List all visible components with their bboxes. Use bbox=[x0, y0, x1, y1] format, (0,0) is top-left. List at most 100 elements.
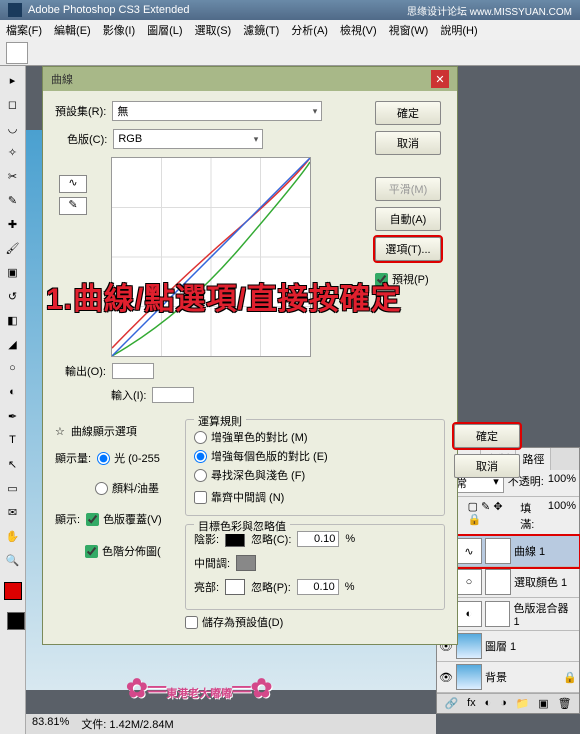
layer-row[interactable]: 👁○選取顏色 1 bbox=[437, 567, 579, 598]
overlay-checkbox[interactable] bbox=[86, 513, 99, 526]
output-field[interactable] bbox=[112, 363, 154, 379]
menu-filter[interactable]: 濾鏡(T) bbox=[243, 22, 279, 38]
dodge-tool-icon[interactable]: ◐ bbox=[3, 382, 23, 402]
pencil-mode-icon[interactable]: ✎ bbox=[59, 197, 87, 215]
menu-help[interactable]: 說明(H) bbox=[440, 22, 477, 38]
eraser-tool-icon[interactable]: ◧ bbox=[3, 310, 23, 330]
history-brush-icon[interactable]: ↺ bbox=[3, 286, 23, 306]
new-icon[interactable]: ▣ bbox=[538, 697, 548, 710]
move-tool-icon[interactable]: ▸ bbox=[3, 70, 23, 90]
blur-tool-icon[interactable]: ○ bbox=[3, 358, 23, 378]
pigment-label: 顏料/油墨 bbox=[112, 480, 159, 496]
lock-icon: 🔒 bbox=[563, 671, 577, 684]
layer-thumb[interactable] bbox=[456, 664, 482, 690]
stamp-tool-icon[interactable]: ▣ bbox=[3, 262, 23, 282]
highlight-ignore-field[interactable] bbox=[297, 579, 339, 595]
layer-row[interactable]: 👁◐色版混合器 1 bbox=[437, 598, 579, 631]
light-radio[interactable] bbox=[97, 452, 110, 465]
preset-label: 預設集(R): bbox=[55, 103, 106, 119]
gradient-tool-icon[interactable]: ◢ bbox=[3, 334, 23, 354]
tab-paths[interactable]: 路徑 bbox=[516, 448, 551, 470]
folder-icon[interactable]: 📁 bbox=[516, 697, 530, 710]
doc-size: 文件: 1.42M/2.84M bbox=[81, 716, 173, 732]
ok-button[interactable]: 確定 bbox=[375, 101, 441, 125]
mask-icon[interactable]: ◐ bbox=[485, 697, 492, 710]
hand-tool-icon[interactable]: ✋ bbox=[3, 526, 23, 546]
curve-mode-icon[interactable]: ∿ bbox=[59, 175, 87, 193]
eyedropper-tool-icon[interactable]: ✎ bbox=[3, 190, 23, 210]
layer-row[interactable]: 👁圖層 1 bbox=[437, 631, 579, 662]
show-options-label[interactable]: 曲線顯示選項 bbox=[71, 423, 137, 439]
channel-select[interactable]: RGB▾ bbox=[113, 129, 263, 149]
curve-graph[interactable] bbox=[111, 157, 311, 357]
layer-thumb[interactable] bbox=[456, 633, 482, 659]
menu-analysis[interactable]: 分析(A) bbox=[291, 22, 328, 38]
heal-tool-icon[interactable]: ✚ bbox=[3, 214, 23, 234]
path-tool-icon[interactable]: ↖ bbox=[3, 454, 23, 474]
layer-thumb[interactable]: ◐ bbox=[456, 601, 482, 627]
algo-find-radio[interactable] bbox=[194, 469, 207, 482]
foreground-color[interactable] bbox=[4, 582, 22, 600]
pigment-radio[interactable] bbox=[95, 482, 108, 495]
layer-thumb[interactable]: ∿ bbox=[456, 538, 482, 564]
zoom-value[interactable]: 83.81% bbox=[32, 716, 69, 732]
algo-cancel-button[interactable]: 取消 bbox=[454, 454, 520, 478]
dialog-title: 曲線 bbox=[51, 71, 73, 87]
cancel-button[interactable]: 取消 bbox=[375, 131, 441, 155]
layer-mask[interactable] bbox=[485, 601, 511, 627]
menu-edit[interactable]: 編輯(E) bbox=[54, 22, 91, 38]
close-icon[interactable]: ✕ bbox=[431, 70, 449, 88]
menu-layer[interactable]: 圖層(L) bbox=[147, 22, 182, 38]
fill-value[interactable]: 100% bbox=[548, 500, 576, 532]
crop-tool-icon[interactable]: ✂ bbox=[3, 166, 23, 186]
toolbox: ▸ ◻ ◡ ✧ ✂ ✎ ✚ 🖌 ▣ ↺ ◧ ◢ ○ ◐ ✒ T ↖ ▭ ✉ ✋ … bbox=[0, 66, 26, 734]
brush-tool-icon[interactable]: 🖌 bbox=[3, 238, 23, 258]
options-button[interactable]: 選項(T)... bbox=[375, 237, 441, 261]
layer-thumb[interactable]: ○ bbox=[456, 569, 482, 595]
shape-tool-icon[interactable]: ▭ bbox=[3, 478, 23, 498]
adj-icon[interactable]: ◑ bbox=[500, 697, 507, 710]
menu-file[interactable]: 檔案(F) bbox=[6, 22, 42, 38]
layer-mask[interactable] bbox=[485, 569, 511, 595]
hist-checkbox[interactable] bbox=[85, 545, 98, 558]
opacity-value[interactable]: 100% bbox=[548, 473, 576, 493]
algorithm-fieldset: 運算規則 增強單色的對比 (M) 增強每個色版的對比 (E) 尋找深色與淺色 (… bbox=[185, 419, 445, 516]
layer-row[interactable]: 👁背景🔒 bbox=[437, 662, 579, 693]
fx-icon[interactable]: fx bbox=[467, 697, 476, 710]
menu-bar: 檔案(F) 編輯(E) 影像(I) 圖層(L) 選取(S) 濾鏡(T) 分析(A… bbox=[0, 20, 580, 40]
layer-row[interactable]: 👁∿曲線 1 bbox=[437, 536, 579, 567]
algo-mono-radio[interactable] bbox=[194, 431, 207, 444]
layer-mask[interactable] bbox=[485, 538, 511, 564]
algo-legend: 運算規則 bbox=[194, 413, 246, 429]
menu-image[interactable]: 影像(I) bbox=[103, 22, 135, 38]
menu-select[interactable]: 選取(S) bbox=[195, 22, 232, 38]
notes-tool-icon[interactable]: ✉ bbox=[3, 502, 23, 522]
background-color[interactable] bbox=[7, 612, 25, 630]
highlight-swatch[interactable] bbox=[225, 579, 245, 595]
type-tool-icon[interactable]: T bbox=[3, 430, 23, 450]
mid-swatch[interactable] bbox=[236, 555, 256, 571]
snap-checkbox[interactable] bbox=[194, 491, 207, 504]
input-field[interactable] bbox=[152, 387, 194, 403]
eye-icon[interactable]: 👁 bbox=[439, 671, 453, 684]
tool-preset-icon[interactable] bbox=[6, 42, 28, 64]
layer-name: 選取顏色 1 bbox=[514, 574, 567, 590]
lasso-tool-icon[interactable]: ◡ bbox=[3, 118, 23, 138]
auto-button[interactable]: 自動(A) bbox=[375, 207, 441, 231]
pen-tool-icon[interactable]: ✒ bbox=[3, 406, 23, 426]
link-icon[interactable]: 🔗 bbox=[444, 697, 458, 710]
save-default-checkbox[interactable] bbox=[185, 616, 198, 629]
wand-tool-icon[interactable]: ✧ bbox=[3, 142, 23, 162]
shadow-ignore-field[interactable] bbox=[297, 531, 339, 547]
preset-select[interactable]: 無▾ bbox=[112, 101, 322, 121]
app-title: Adobe Photoshop CS3 Extended bbox=[28, 4, 189, 16]
highlight-label: 亮部: bbox=[194, 579, 219, 595]
menu-window[interactable]: 視窗(W) bbox=[389, 22, 429, 38]
algo-ok-button[interactable]: 確定 bbox=[454, 424, 520, 448]
algo-per-radio[interactable] bbox=[194, 450, 207, 463]
trash-icon[interactable]: 🗑 bbox=[558, 697, 572, 710]
zoom-tool-icon[interactable]: 🔍 bbox=[3, 550, 23, 570]
marquee-tool-icon[interactable]: ◻ bbox=[3, 94, 23, 114]
menu-view[interactable]: 檢視(V) bbox=[340, 22, 377, 38]
lock-icons[interactable]: ▢ ✎ ✥ 🔒 bbox=[468, 500, 517, 532]
